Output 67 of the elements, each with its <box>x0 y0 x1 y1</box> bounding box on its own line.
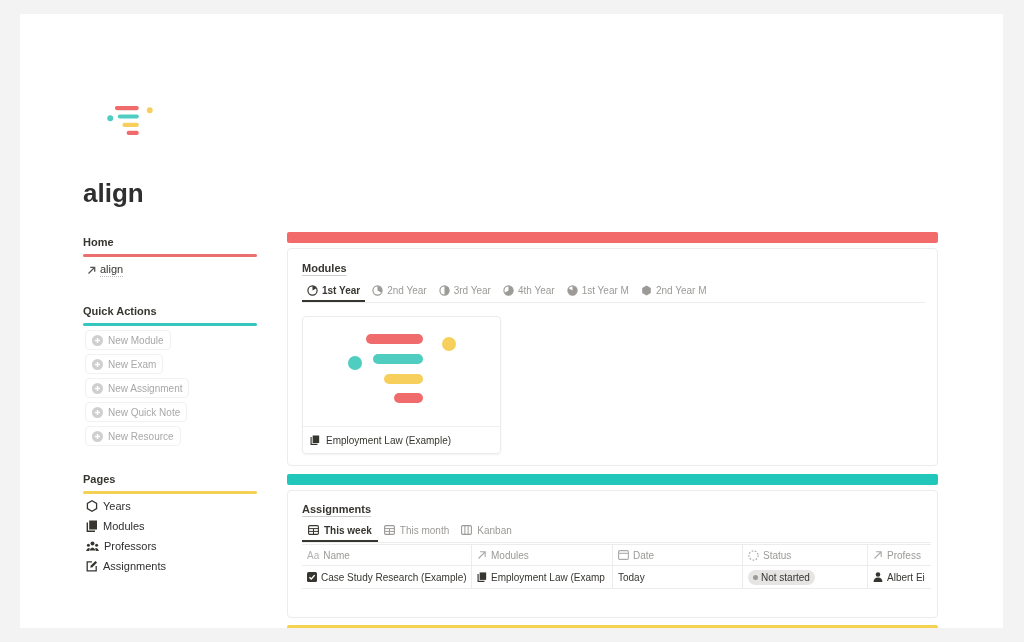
link-arrow-icon <box>87 265 97 275</box>
book-icon <box>310 435 320 445</box>
status-dot-icon <box>753 574 758 580</box>
plus-circle-icon <box>92 406 103 418</box>
view-tab[interactable]: 1st Year <box>302 280 366 302</box>
gallery-card[interactable]: Employment Law (Example) <box>302 316 501 454</box>
book-icon <box>477 572 487 582</box>
pie-icon <box>438 284 450 296</box>
dashed-circle-icon <box>748 549 759 561</box>
quick-action-button[interactable]: New Exam <box>85 354 164 374</box>
pie-icon <box>566 284 578 296</box>
column-header[interactable]: Status <box>763 547 792 563</box>
section-heading: Quick Actions <box>83 304 157 318</box>
hexagon-icon <box>86 500 98 512</box>
view-tab[interactable]: Kanban <box>455 520 518 542</box>
pie-icon <box>640 284 652 296</box>
plus-circle-icon <box>92 382 103 394</box>
related-page-link[interactable]: Employment Law (Examp <box>491 569 605 585</box>
quick-action-button[interactable]: New Module <box>85 330 171 350</box>
page-link[interactable]: align <box>83 262 124 278</box>
table-icon <box>308 525 319 535</box>
page-link[interactable]: Modules <box>83 517 145 535</box>
quick-action-button[interactable]: New Quick Note <box>85 402 188 422</box>
section-title: Assignments <box>302 502 372 516</box>
pie-icon <box>307 284 318 296</box>
view-tab[interactable]: 1st Year M <box>561 280 634 302</box>
type-glyph: Aa <box>307 548 320 563</box>
checked-box-icon <box>307 572 317 582</box>
plus-circle-icon <box>92 430 103 442</box>
view-tab[interactable]: 3rd Year <box>433 280 496 302</box>
plus-circle-icon <box>92 334 103 346</box>
arrow-icon <box>873 550 883 560</box>
quick-action-button[interactable]: New Resource <box>85 426 181 446</box>
pie-icon <box>372 284 384 296</box>
page-link[interactable]: Years <box>83 497 131 515</box>
view-tab[interactable]: 4th Year <box>497 280 560 302</box>
quick-action-button[interactable]: New Assignment <box>85 378 190 398</box>
view-tab[interactable]: 2nd Year M <box>635 280 712 302</box>
people-icon <box>86 540 99 552</box>
page-link[interactable]: Professors <box>83 537 157 555</box>
section-heading: Pages <box>83 472 116 486</box>
view-tab[interactable]: This month <box>377 520 456 542</box>
columns-icon <box>461 525 473 535</box>
assignment-name[interactable]: Case Study Research (Example) <box>321 569 467 585</box>
column-header[interactable]: Date <box>633 547 655 563</box>
related-page-link[interactable]: Albert Ei <box>887 569 925 585</box>
date-text: Today <box>618 570 645 585</box>
page-link[interactable]: Assignments <box>83 557 166 575</box>
arrow-icon <box>477 550 487 560</box>
column-header[interactable]: Modules <box>491 547 529 563</box>
person-icon <box>873 572 883 582</box>
view-tab[interactable]: 2nd Year <box>367 280 432 302</box>
status-label: Not started <box>761 570 810 585</box>
view-tab[interactable]: This week <box>302 520 378 542</box>
page-title: align <box>83 177 144 209</box>
column-header[interactable]: Profess <box>887 547 921 563</box>
table-icon <box>383 525 395 535</box>
section-title: Modules <box>302 261 347 275</box>
column-header[interactable]: Name <box>323 547 350 563</box>
book-icon <box>86 520 98 532</box>
logo-icon <box>107 106 153 135</box>
pie-icon <box>502 284 514 296</box>
section-heading: Home <box>83 235 114 249</box>
edit-icon <box>86 560 98 572</box>
calendar-icon <box>618 550 629 560</box>
plus-circle-icon <box>92 358 103 370</box>
card-title: Employment Law (Example) <box>326 433 452 448</box>
